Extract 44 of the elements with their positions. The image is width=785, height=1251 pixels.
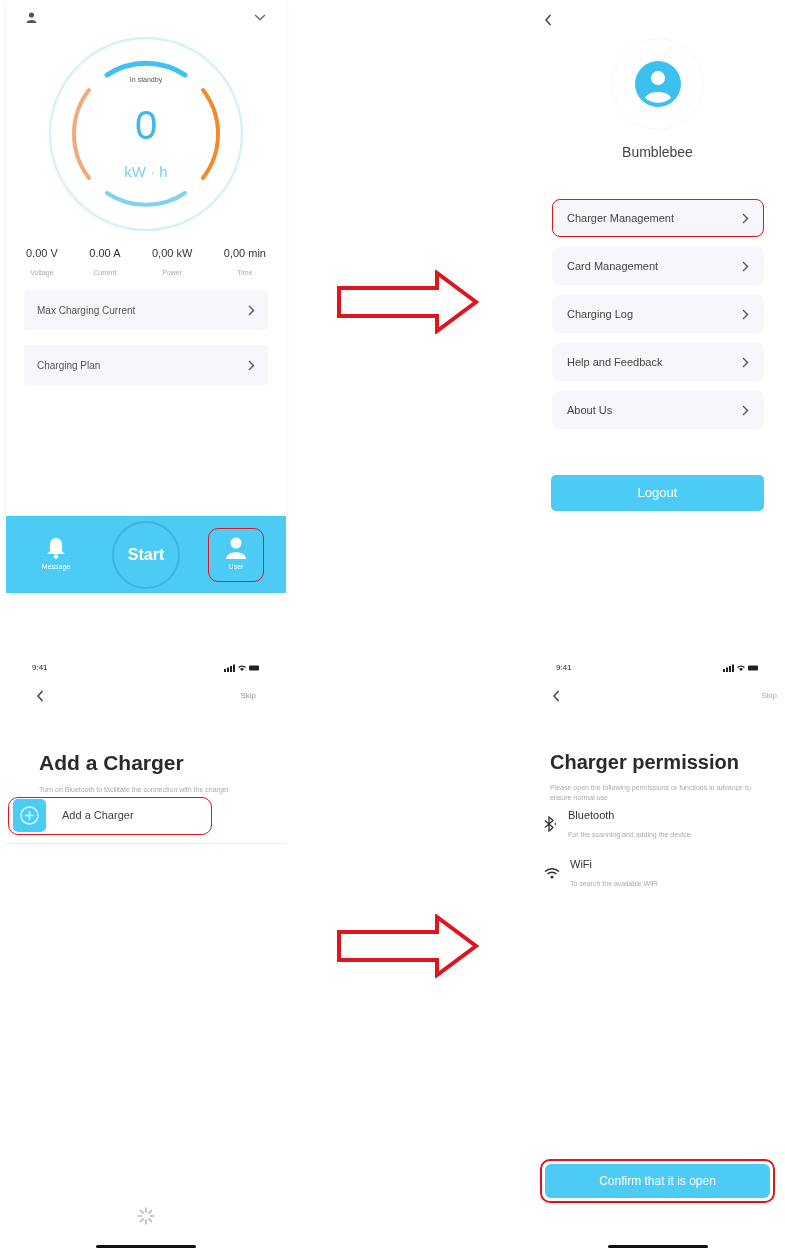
back-icon[interactable] <box>552 690 560 702</box>
chevron-right-icon <box>248 359 255 371</box>
back-icon[interactable] <box>36 690 44 702</box>
status-time: 9:41 <box>556 662 572 674</box>
back-icon[interactable] <box>544 14 552 26</box>
stat-value: 0,00 min <box>223 246 266 261</box>
chevron-right-icon <box>742 212 749 224</box>
page-title: Add a Charger <box>38 750 185 776</box>
chevron-right-icon <box>742 404 749 416</box>
chevron-down-icon[interactable] <box>254 14 266 21</box>
right-arrow-icon <box>337 269 479 334</box>
chevron-right-icon <box>742 308 749 320</box>
menu-item[interactable]: Charger Management <box>552 199 764 237</box>
menu-item[interactable]: Help and Feedback <box>552 343 764 381</box>
menu-item[interactable]: Max Charging Current <box>24 290 268 330</box>
avatar-icon <box>634 61 681 107</box>
chevron-right-icon <box>742 260 749 272</box>
stat-value: 0.00 V <box>26 246 58 261</box>
chevron-right-icon <box>248 304 255 316</box>
add-charger-item[interactable]: Add a Charger <box>8 796 212 835</box>
stat-value: 0.00 A <box>89 246 121 261</box>
menu-item[interactable]: Card Management <box>552 247 764 285</box>
user-icon <box>225 536 247 559</box>
wifi-icon <box>544 866 560 879</box>
user-name: Bumblebee <box>622 143 693 162</box>
menu-item[interactable]: About Us <box>552 391 764 429</box>
permission-title: Bluetooth <box>568 808 616 823</box>
user-icon[interactable] <box>26 12 37 23</box>
stat-value: 0,00 kW <box>151 246 193 261</box>
menu-item[interactable]: Charging Plan <box>24 345 268 385</box>
plus-circle-icon <box>20 806 39 825</box>
right-arrow-icon <box>337 913 479 978</box>
bluetooth-icon <box>544 815 558 832</box>
page-title: Charger permission <box>549 750 740 775</box>
chevron-right-icon <box>742 356 749 368</box>
status-icons <box>224 664 260 672</box>
status-icons <box>723 664 759 672</box>
loading-spinner-icon <box>135 1205 157 1227</box>
permission-title: WiFi <box>570 857 593 872</box>
energy-unit: kW · h <box>124 162 168 182</box>
status-time: 9:41 <box>32 662 48 674</box>
menu-item[interactable]: Charging Log <box>552 295 764 333</box>
energy-value: 0 <box>134 102 158 149</box>
bell-icon <box>46 536 66 559</box>
